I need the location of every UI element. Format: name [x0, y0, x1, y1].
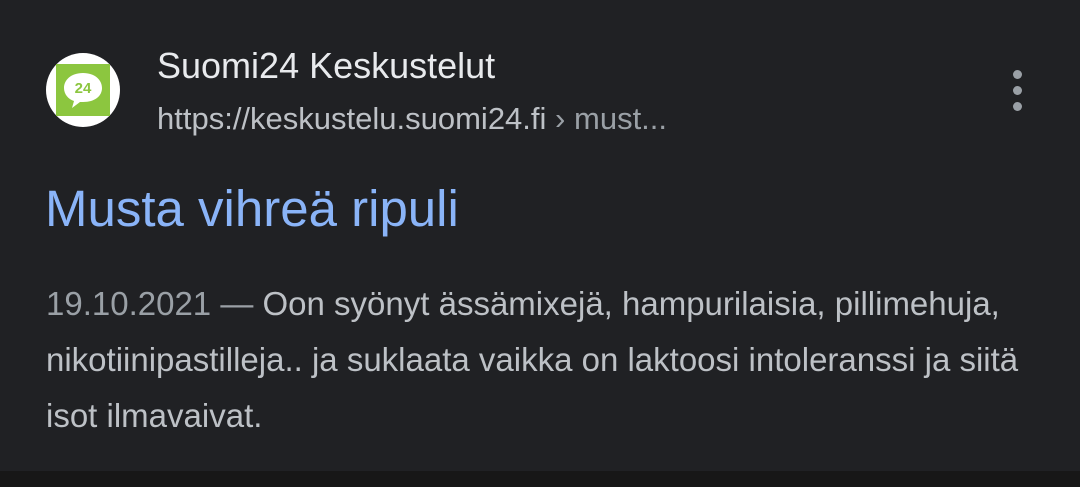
more-vert-icon-dot: [1013, 86, 1022, 95]
result-url[interactable]: https://keskustelu.suomi24.fi › must...: [157, 97, 667, 141]
more-vert-icon-dot: [1013, 102, 1022, 111]
result-snippet: 19.10.2021 — Oon syönyt ässämixejä, hamp…: [46, 276, 1036, 444]
more-options-button[interactable]: [1000, 66, 1036, 116]
snippet-date: 19.10.2021: [46, 285, 212, 322]
more-vert-icon: [1013, 70, 1022, 79]
url-domain: https://keskustelu.suomi24.fi: [157, 101, 547, 136]
snippet-dash: —: [220, 285, 254, 322]
search-result-card: 24 Suomi24 Keskustelut https://keskustel…: [0, 0, 1080, 471]
result-divider: [0, 471, 1080, 487]
site-favicon[interactable]: 24: [46, 53, 120, 127]
site-name[interactable]: Suomi24 Keskustelut: [157, 42, 495, 90]
url-path: must...: [574, 101, 668, 136]
result-title-link[interactable]: Musta vihreä ripuli: [45, 176, 459, 242]
url-separator: ›: [555, 101, 566, 136]
favicon-text: 24: [75, 80, 92, 97]
suomi24-logo-icon: 24: [56, 64, 110, 116]
